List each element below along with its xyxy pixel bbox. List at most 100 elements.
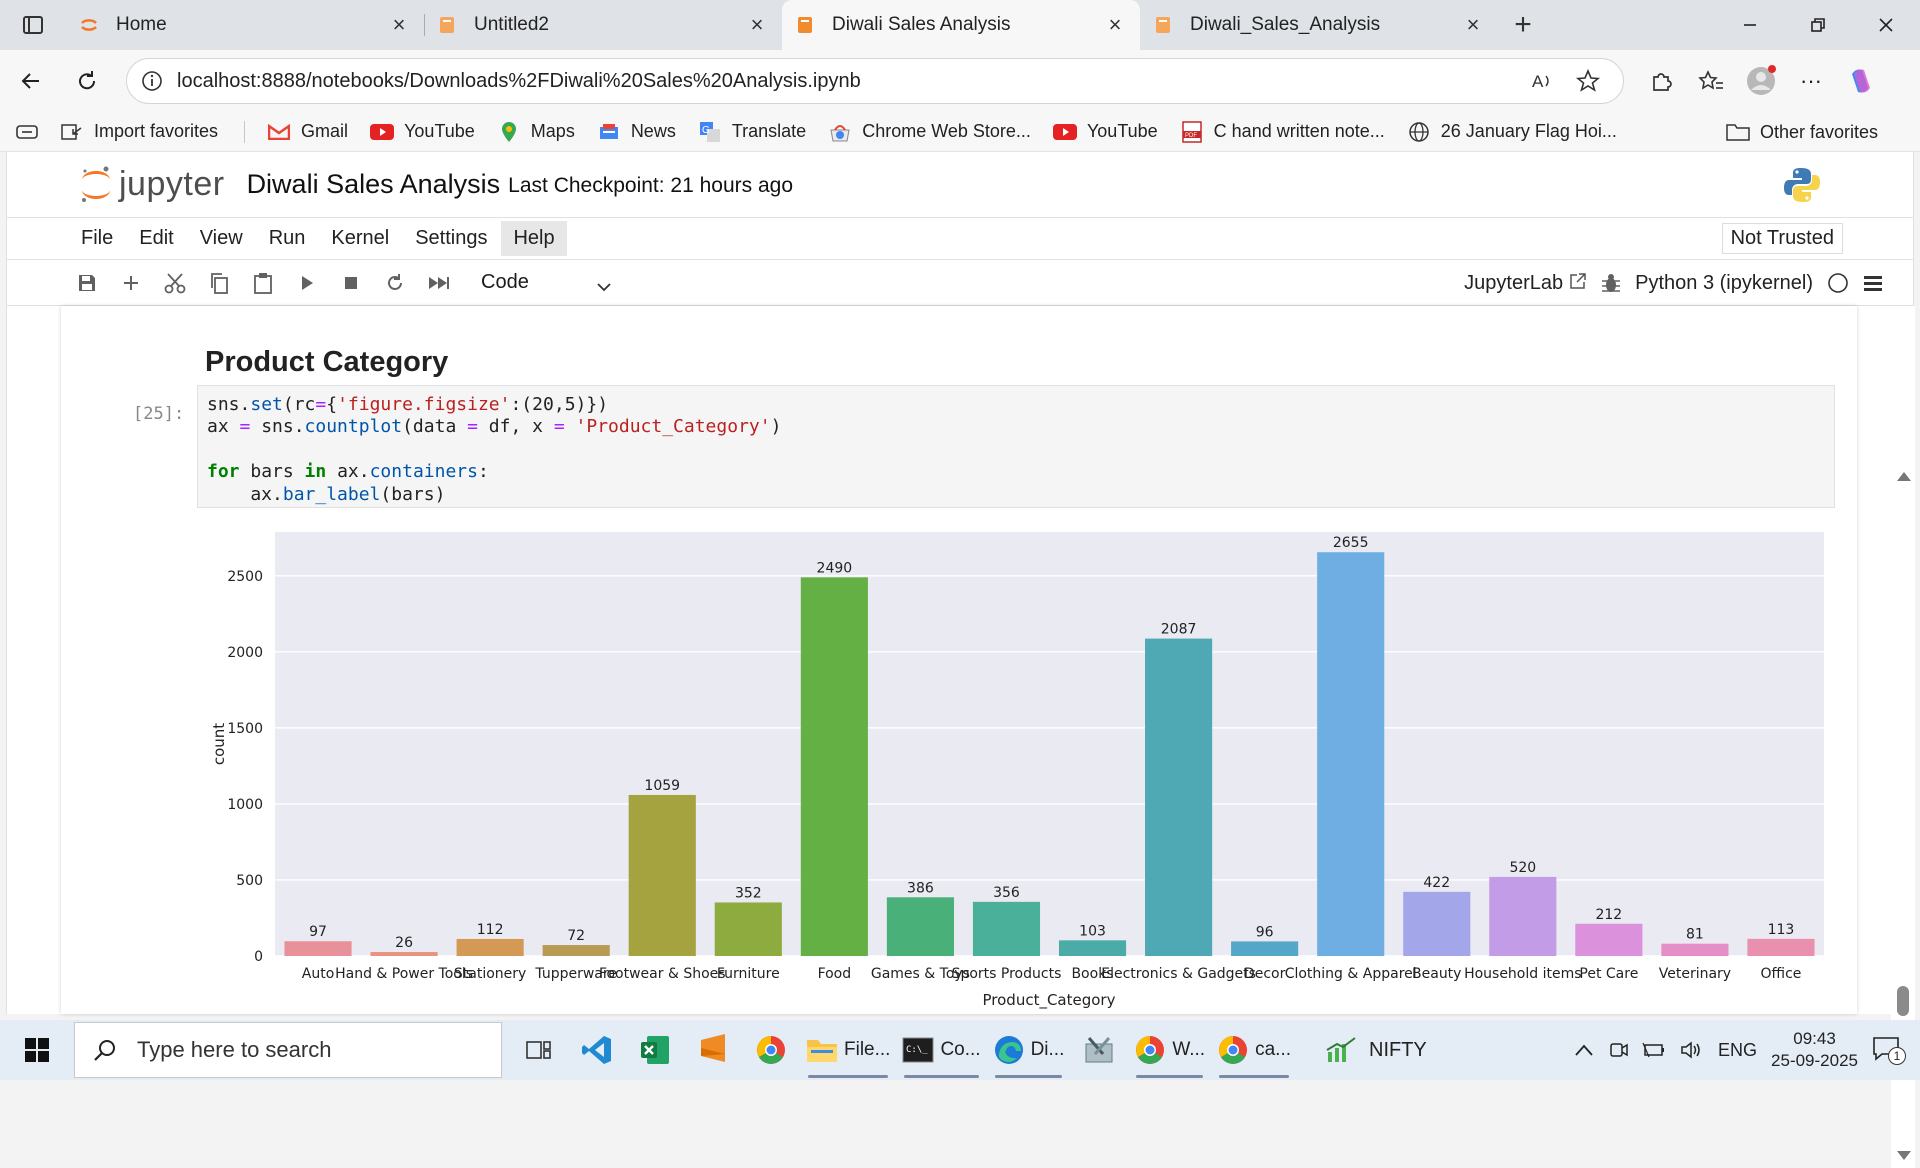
taskbar-command-prompt[interactable]: C:\_ Co... [896,1020,986,1080]
clock[interactable]: 09:43 25-09-2025 [1771,1028,1858,1072]
bar [800,577,868,956]
debugger-bug-icon[interactable] [1601,272,1621,294]
restart-kernel-button[interactable] [373,265,417,301]
copy-cell-button[interactable] [197,265,241,301]
other-favorites[interactable]: Other favorites [1726,112,1878,152]
insert-cell-button[interactable] [109,265,153,301]
favorites-button[interactable] [1686,61,1736,101]
taskbar-chrome-ca[interactable]: ca... [1211,1020,1297,1080]
taskbar-sublime[interactable] [684,1020,742,1080]
menu-file[interactable]: File [69,221,125,256]
menu-edit[interactable]: Edit [127,221,185,256]
taskbar-chrome[interactable] [742,1020,800,1080]
menu-help[interactable]: Help [501,221,567,256]
favorite-chrome-web-store[interactable]: Chrome Web Store... [828,121,1031,143]
cut-cell-button[interactable] [153,265,197,301]
favorite-star-icon[interactable] [1565,69,1611,93]
scroll-up-arrow-icon[interactable] [1897,472,1911,481]
x-tick-label: Sports Products [952,966,1062,982]
tab-actions-button[interactable] [0,0,66,50]
bar-value-label: 2087 [1161,622,1197,638]
cell-type-select[interactable]: Code [481,271,611,294]
back-button[interactable] [6,61,56,101]
favorite-maps[interactable]: Maps [497,121,575,143]
save-button[interactable] [65,265,109,301]
taskbar-file-explorer[interactable]: File... [800,1020,896,1080]
menu-run[interactable]: Run [257,221,318,256]
profile-button[interactable] [1736,61,1786,101]
notebook-title[interactable]: Diwali Sales Analysis [247,169,501,200]
favorites-bar-toggle-icon[interactable] [16,123,38,141]
refresh-button[interactable] [62,61,112,101]
favorite-gmail[interactable]: Gmail [267,121,348,143]
menu-settings[interactable]: Settings [403,221,499,256]
ticker-label: NIFTY [1369,1038,1427,1061]
globe-icon [1407,121,1431,143]
taskbar-edge[interactable]: Di... [987,1020,1071,1080]
favorite-c-notes[interactable]: PDF C hand written note... [1180,120,1385,143]
tab-title: Untitled2 [474,14,549,35]
taskbar-excel[interactable] [626,1020,684,1080]
close-window-button[interactable] [1852,0,1920,50]
extensions-button[interactable] [1636,61,1686,101]
new-tab-button[interactable]: + [1498,0,1548,50]
taskbar-search-box[interactable]: Type here to search [74,1022,502,1078]
menu-view[interactable]: View [188,221,255,256]
bar-value-label: 112 [477,922,504,938]
chevron-up-icon[interactable] [1574,1043,1594,1057]
meet-now-icon[interactable] [1608,1040,1628,1060]
close-tab-icon[interactable]: × [1462,14,1484,36]
restart-run-all-button[interactable] [417,265,461,301]
favorite-youtube-2[interactable]: YouTube [1052,121,1158,143]
favorite-youtube[interactable]: YouTube [370,121,475,143]
bar-value-label: 386 [907,880,934,896]
jupyter-logo[interactable]: jupyter [79,165,225,205]
volume-icon[interactable] [1680,1040,1704,1060]
close-tab-icon[interactable]: × [388,14,410,36]
browser-tab[interactable]: Diwali_Sales_Analysis × [1140,0,1498,50]
paste-cell-button[interactable] [241,265,285,301]
open-jupyterlab-link[interactable]: JupyterLab [1464,272,1587,295]
site-info-icon[interactable] [141,70,163,92]
code-cell-input[interactable]: sns.set(rc={'figure.figsize':(20,5)}) ax… [197,385,1835,508]
bar-value-label: 2490 [817,560,853,576]
scroll-down-arrow-icon[interactable] [1897,1151,1911,1160]
favorite-translate[interactable]: G Translate [698,121,806,143]
taskbar-tools[interactable] [1070,1020,1128,1080]
taskbar-vscode[interactable] [568,1020,626,1080]
favorite-flag[interactable]: 26 January Flag Hoi... [1407,121,1617,143]
battery-icon[interactable] [1642,1041,1666,1059]
hamburger-menu-icon[interactable] [1863,274,1883,292]
minimize-button[interactable] [1716,0,1784,50]
browser-tab-active[interactable]: Diwali Sales Analysis × [782,0,1140,50]
browser-tab[interactable]: Untitled2 × [424,0,782,50]
scrollbar-thumb[interactable] [1897,986,1909,1016]
taskbar-task-view[interactable] [510,1020,568,1080]
interrupt-kernel-button[interactable] [329,265,373,301]
favorite-news[interactable]: News [597,121,676,143]
settings-more-button[interactable]: ··· [1786,61,1836,101]
taskbar-stock-widget[interactable]: NIFTY [1319,1020,1433,1080]
taskbar-app-label: ca... [1255,1039,1291,1060]
read-aloud-icon[interactable]: A [1519,70,1565,92]
restore-button[interactable] [1784,0,1852,50]
run-cell-button[interactable] [285,265,329,301]
favorite-import-favorites[interactable]: Import favorites [60,121,218,143]
taskbar-chrome-w[interactable]: W... [1128,1020,1211,1080]
close-tab-icon[interactable]: × [746,14,768,36]
address-bar[interactable]: localhost:8888/notebooks/Downloads%2FDiw… [126,58,1624,104]
start-button[interactable] [0,1020,74,1080]
notification-center-button[interactable]: 1 [1872,1035,1906,1065]
url-text[interactable]: localhost:8888/notebooks/Downloads%2FDiw… [177,70,1519,93]
favorites-list-icon [1698,70,1723,90]
kernel-name[interactable]: Python 3 (ipykernel) [1635,272,1813,295]
language-indicator[interactable]: ENG [1718,1040,1757,1061]
jupyter-notebook-app: jupyter Diwali Sales Analysis Last Check… [6,152,1915,1168]
favorites-divider [244,120,246,143]
close-tab-icon[interactable]: × [1104,14,1126,36]
not-trusted-button[interactable]: Not Trusted [1721,223,1843,254]
plus-icon: + [1514,8,1532,41]
browser-tab[interactable]: Home × [66,0,424,50]
copilot-button[interactable] [1836,61,1886,101]
menu-kernel[interactable]: Kernel [319,221,401,256]
